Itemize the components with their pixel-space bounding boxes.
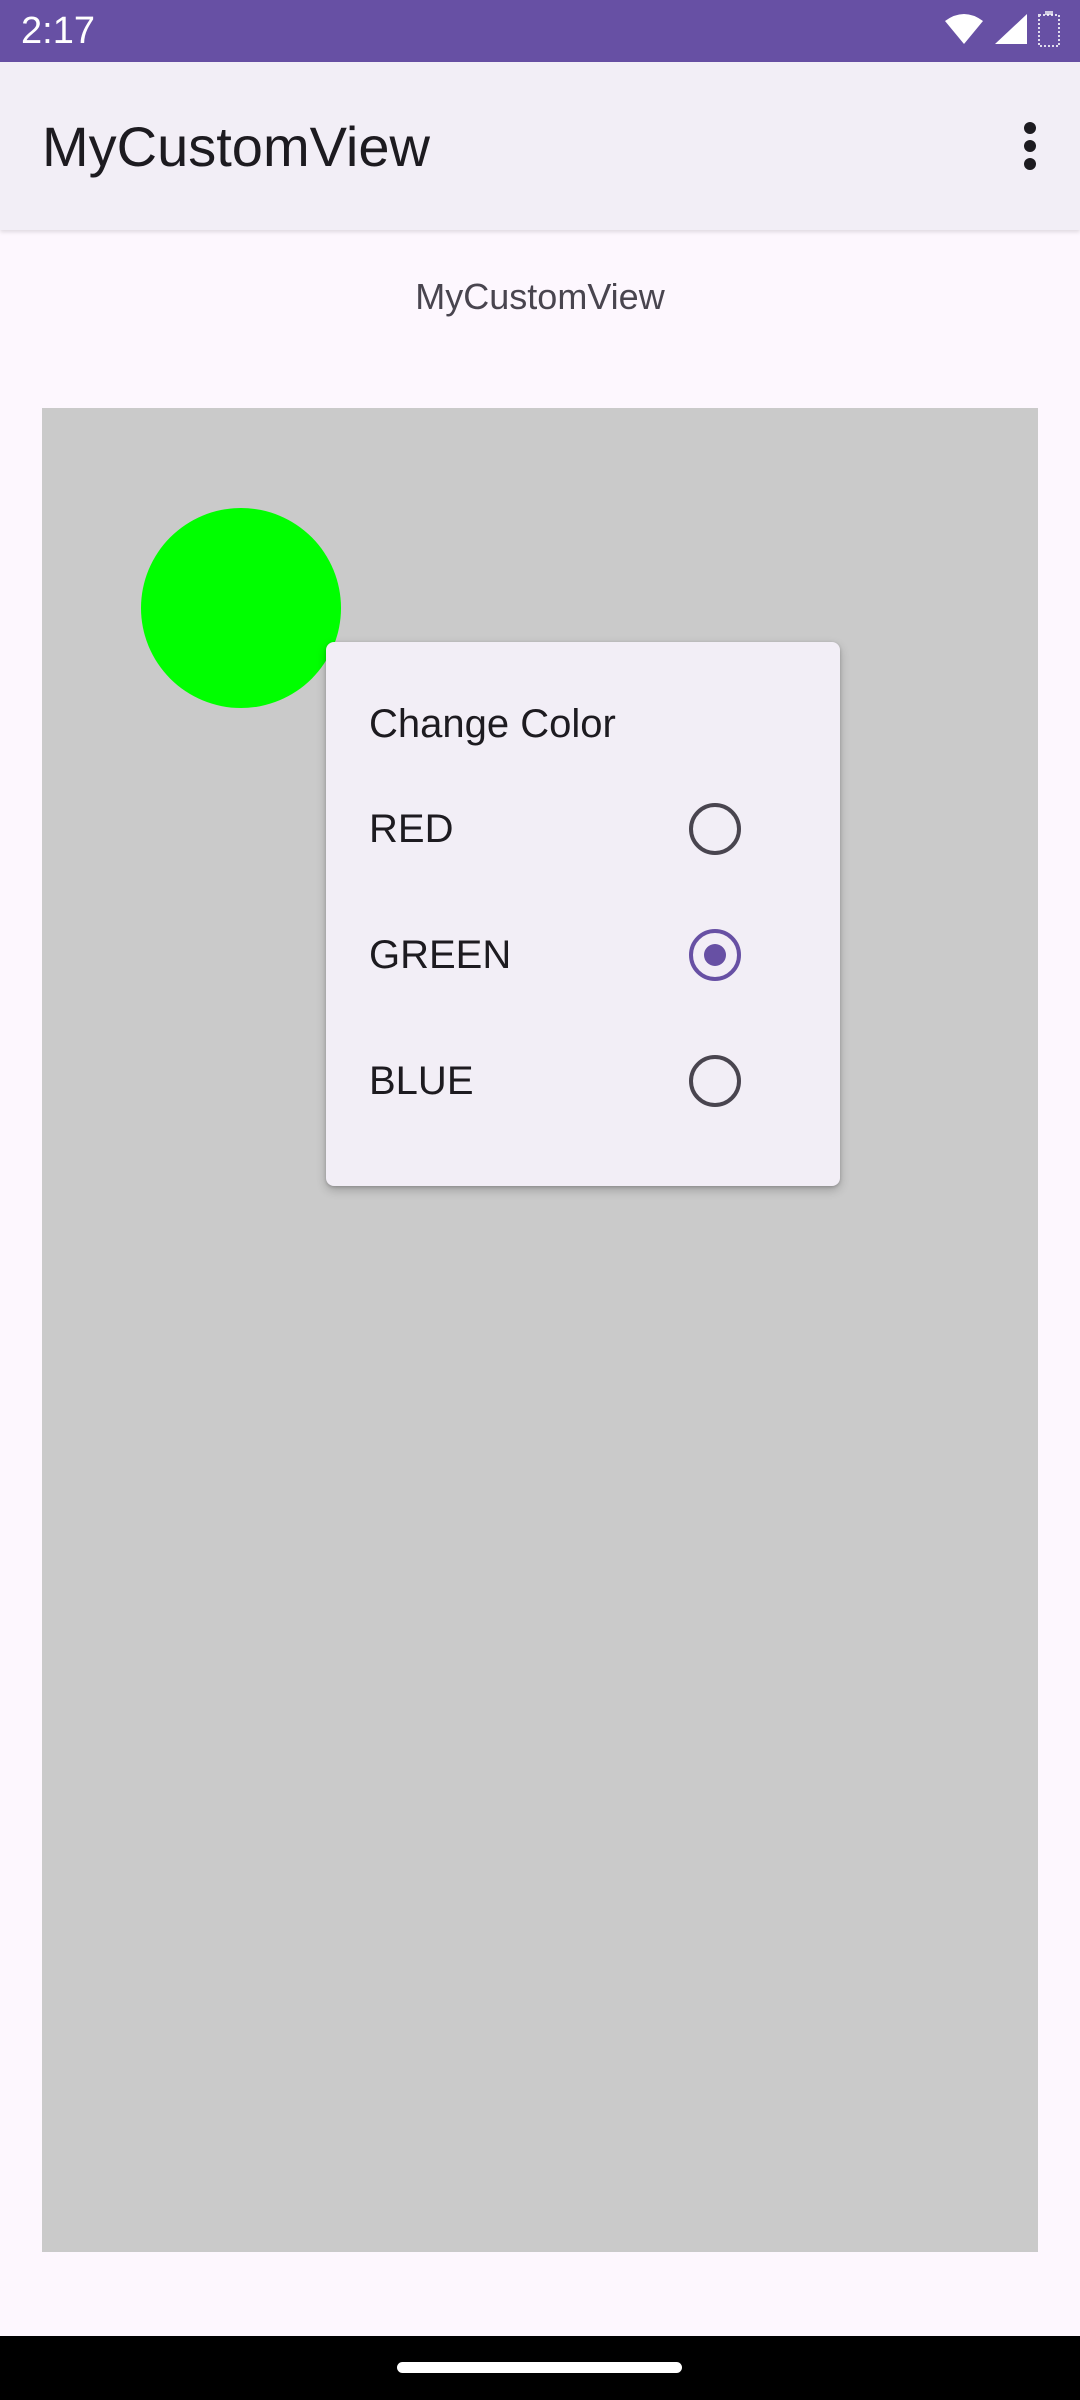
app-title: MyCustomView: [42, 115, 430, 178]
radio-selected-dot: [704, 944, 726, 966]
radio-button-red[interactable]: [689, 803, 741, 855]
app-bar: MyCustomView: [0, 62, 1080, 230]
status-time: 2:17: [21, 10, 95, 52]
radio-button-green[interactable]: [689, 929, 741, 981]
menu-title: Change Color: [369, 702, 616, 746]
wifi-icon: [944, 13, 984, 50]
status-bar: 2:17: [0, 0, 1080, 62]
menu-item-blue[interactable]: BLUE: [326, 1018, 840, 1144]
overflow-menu-button[interactable]: [994, 102, 1066, 194]
menu-item-green[interactable]: GREEN: [326, 892, 840, 1018]
status-icons: [944, 10, 1060, 52]
battery-icon: [1038, 10, 1060, 52]
cellular-signal-icon: [994, 13, 1028, 50]
more-vertical-icon: [1022, 121, 1038, 175]
change-color-menu: Change Color RED GREEN BLUE: [326, 642, 840, 1186]
navigation-bar: [0, 2336, 1080, 2400]
menu-item-label: GREEN: [369, 933, 512, 977]
page-label: MyCustomView: [415, 276, 665, 317]
menu-item-red[interactable]: RED: [326, 766, 840, 892]
color-circle[interactable]: [141, 508, 341, 708]
radio-button-blue[interactable]: [689, 1055, 741, 1107]
home-gesture-handle[interactable]: [397, 2362, 682, 2373]
menu-item-label: BLUE: [369, 1059, 474, 1103]
menu-item-label: RED: [369, 807, 454, 851]
